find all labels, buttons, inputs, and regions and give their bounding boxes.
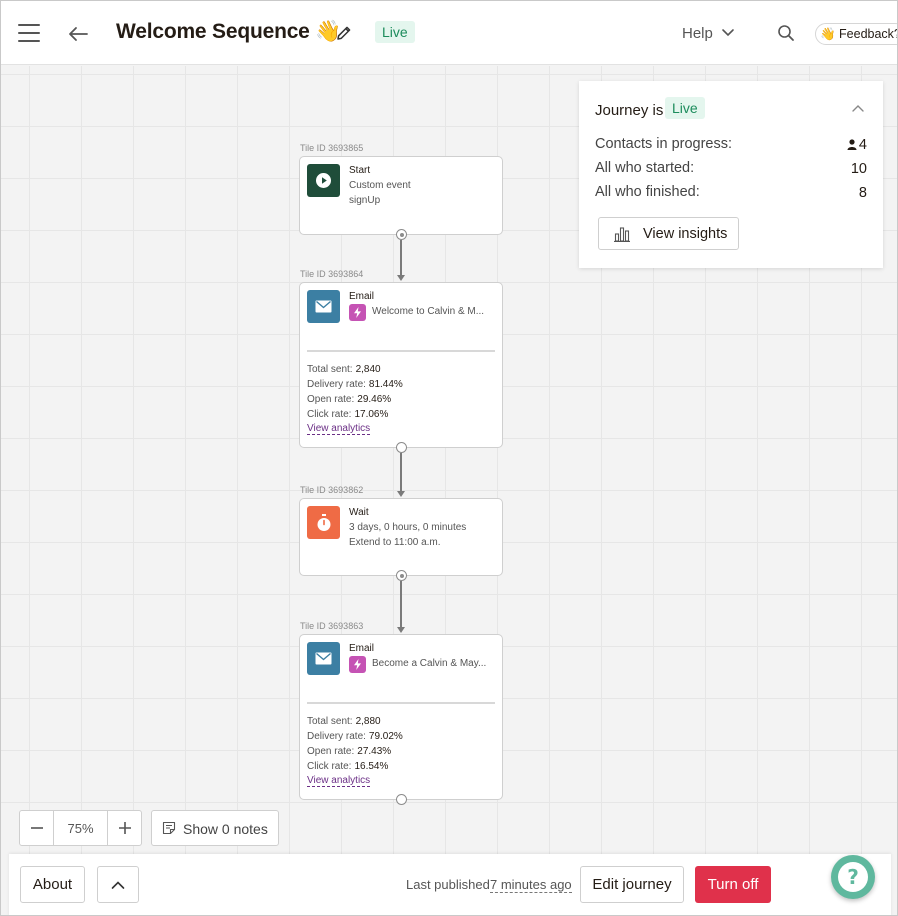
menu-icon[interactable] [18,24,40,42]
contacts-in-progress-label: Contacts in progress: [595,136,733,152]
tile-id-label: Tile ID 3693864 [300,269,364,279]
wait-tile[interactable]: Wait 3 days, 0 hours, 0 minutes Extend t… [299,498,503,576]
question-mark-icon: ? [838,862,868,892]
tile-title: Wait [349,507,369,518]
back-arrow-icon[interactable] [67,23,89,45]
stat-delivery-rate: Delivery rate: 79.02% [307,731,403,742]
footer-bar: About Last published 7 minutes ago Edit … [9,854,891,915]
turn-off-button[interactable]: Turn off [695,866,771,903]
stat-open-rate: Open rate: 27.43% [307,746,392,757]
envelope-icon [307,290,340,323]
stat-total-sent: Total sent: 2,840 [307,364,381,375]
about-button[interactable]: About [20,866,85,903]
tile-title: Email [349,291,375,302]
envelope-icon [307,642,340,675]
stopwatch-icon [307,506,340,539]
note-icon [162,821,176,835]
last-published-label: Last published [406,877,490,892]
journey-status-panel: Journey is Live Contacts in progress: 4 … [579,81,883,268]
status-badge: Live [665,97,705,119]
chevron-up-icon[interactable] [851,103,865,113]
play-icon [307,164,340,197]
zoom-controls: 75% [19,810,142,846]
view-insights-button[interactable]: View insights [598,217,739,250]
show-notes-label: Show 0 notes [183,821,268,837]
tile-title: Start [349,165,371,176]
tile-detail: 3 days, 0 hours, 0 minutes [349,522,467,533]
stat-click-rate: Click rate: 16.54% [307,761,389,772]
zoom-out-button[interactable] [20,811,54,845]
help-menu[interactable]: Help [682,25,713,42]
edit-journey-button[interactable]: Edit journey [580,866,684,903]
tile-id-label: Tile ID 3693863 [300,621,364,631]
tile-detail: Extend to 11:00 a.m. [349,537,441,548]
search-icon[interactable] [777,24,795,42]
plus-icon [119,822,131,834]
email-subject: Welcome to Calvin & M... [372,306,485,317]
connector-line [400,581,402,628]
tile-id-label: Tile ID 3693862 [300,485,364,495]
edit-title-pencil-icon[interactable] [335,24,353,42]
connector-node[interactable] [396,570,407,581]
app-window: Welcome Sequence 👋 Live Help 👋 Feedback?… [0,0,898,916]
all-who-finished-label: All who finished: [595,184,700,200]
all-who-finished-value: 8 [858,185,867,201]
start-tile[interactable]: Start Custom event signUp [299,156,503,235]
top-bar: Welcome Sequence 👋 Live Help 👋 Feedback? [1,1,897,65]
bar-chart-icon [614,227,630,242]
arrow-down-icon [397,627,405,633]
tile-detail: Custom event [349,180,411,191]
all-who-started-label: All who started: [595,160,695,176]
page-title: Welcome Sequence 👋 [116,20,342,43]
chevron-down-icon[interactable] [721,27,735,39]
journey-panel-title: Journey is [595,102,664,119]
view-analytics-link[interactable]: View analytics [307,423,371,435]
connector-node[interactable] [396,794,407,805]
tile-id-label: Tile ID 3693865 [300,143,364,153]
lightning-bolt-icon [349,656,366,673]
view-insights-label: View insights [643,226,728,242]
connector-node[interactable] [396,229,407,240]
stat-open-rate: Open rate: 29.46% [307,394,392,405]
status-badge: Live [375,21,415,43]
person-icon [847,139,857,150]
email-subject: Become a Calvin & May... [372,658,487,669]
zoom-level: 75% [67,821,94,836]
show-notes-button[interactable]: Show 0 notes [151,810,279,846]
expand-up-button[interactable] [97,866,139,903]
tile-divider [307,350,495,352]
tile-title: Email [349,643,375,654]
tile-detail: signUp [349,195,381,206]
contacts-in-progress-value: 4 [847,137,867,153]
feedback-button[interactable]: 👋 Feedback? [815,23,897,45]
email-tile[interactable]: Email Become a Calvin & May... Total sen… [299,634,503,800]
arrow-down-icon [397,491,405,497]
stat-total-sent: Total sent: 2,880 [307,716,381,727]
all-who-started-value: 10 [850,161,867,177]
zoom-in-button[interactable] [107,811,141,845]
lightning-bolt-icon [349,304,366,321]
minus-icon [31,827,43,829]
chevron-up-icon [111,881,125,889]
help-chat-button[interactable]: ? [831,855,875,899]
connector-node[interactable] [396,442,407,453]
tile-divider [307,702,495,704]
arrow-down-icon [397,275,405,281]
email-tile[interactable]: Email Welcome to Calvin & M... Total sen… [299,282,503,448]
view-analytics-link[interactable]: View analytics [307,775,371,787]
stat-click-rate: Click rate: 17.06% [307,409,389,420]
stat-delivery-rate: Delivery rate: 81.44% [307,379,403,390]
connector-line [400,240,402,276]
connector-line [400,453,402,492]
last-published-time[interactable]: 7 minutes ago [490,877,572,893]
